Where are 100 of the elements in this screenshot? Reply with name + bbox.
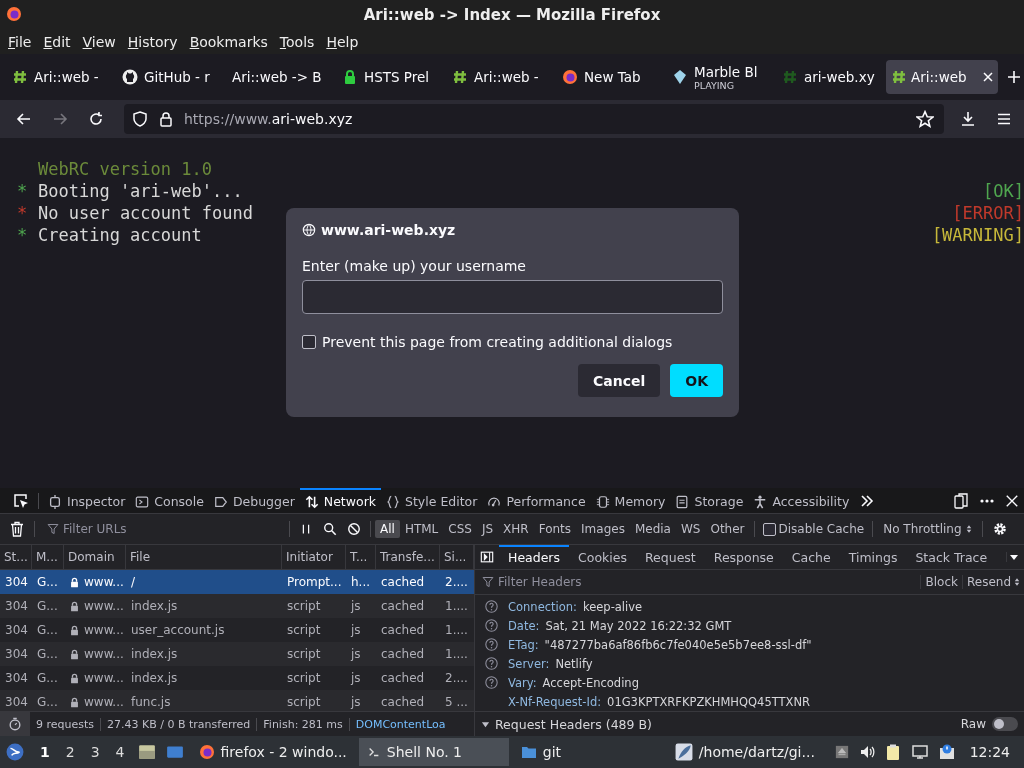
browser-tab[interactable]: HSTS Prel — [336, 60, 442, 94]
type-filter-button[interactable]: HTML — [399, 520, 444, 538]
username-field[interactable] — [302, 280, 723, 314]
star-icon[interactable] — [916, 110, 934, 128]
forward-icon[interactable] — [52, 111, 68, 127]
devtools-tab[interactable]: Style Editor — [381, 488, 483, 513]
help-icon[interactable] — [485, 600, 498, 613]
help-icon[interactable] — [485, 676, 498, 689]
browser-tab[interactable]: New Tab — [556, 60, 662, 94]
type-filter-button[interactable]: JS — [476, 520, 499, 538]
request-row[interactable]: 304 G... www... / Prompt... h... cached 2.... — [0, 570, 474, 594]
taskbar-app[interactable]: /home/dartz/gi... — [666, 738, 823, 766]
devtools-tab[interactable]: Memory — [590, 488, 671, 513]
menu-item[interactable]: History — [121, 33, 184, 50]
stopwatch-icon[interactable] — [8, 717, 22, 731]
address-bar[interactable]: https://www.ari-web.xyz — [124, 104, 944, 134]
trash-icon[interactable] — [9, 521, 25, 537]
resend-button[interactable]: Resend — [961, 575, 1024, 589]
file-cabinet-icon[interactable] — [137, 743, 156, 761]
workspace-button[interactable]: 4 — [109, 740, 131, 764]
column-header[interactable]: Domain — [64, 545, 126, 569]
type-filter-button[interactable]: All — [375, 520, 400, 538]
browser-tab[interactable]: GitHub - r — [116, 60, 222, 94]
help-icon[interactable] — [485, 657, 498, 670]
column-header[interactable]: M... — [32, 545, 64, 569]
devtools-tab[interactable]: Inspector — [43, 488, 131, 513]
panel-tab[interactable]: Headers — [499, 545, 570, 569]
throttling-select[interactable]: No Throttling — [877, 522, 978, 536]
caret-icon[interactable] — [1006, 552, 1019, 562]
browser-tab[interactable]: Ari::web — [886, 60, 998, 94]
search-icon[interactable] — [323, 522, 337, 536]
menu-item[interactable]: View — [76, 33, 122, 50]
type-filter-button[interactable]: XHR — [498, 520, 534, 538]
eject-icon[interactable] — [834, 744, 849, 760]
panel-tab[interactable]: Cookies — [569, 545, 636, 569]
taskbar-app[interactable]: Shell No. 1 — [358, 738, 509, 766]
clipboard-icon[interactable] — [884, 743, 901, 761]
download-icon[interactable] — [960, 111, 976, 127]
new-tab-icon[interactable] — [1006, 69, 1022, 85]
block-icon[interactable] — [347, 522, 361, 536]
app-launcher-icon[interactable] — [6, 743, 24, 761]
column-header[interactable]: Initiator — [282, 545, 346, 569]
menu-item[interactable]: Edit — [37, 33, 77, 50]
help-icon[interactable] — [485, 619, 498, 632]
raw-toggle[interactable] — [992, 717, 1018, 731]
type-filter-button[interactable]: Media — [629, 520, 676, 538]
taskbar-app[interactable]: firefox - 2 windo... — [190, 738, 355, 766]
devtools-tab[interactable]: Debugger — [208, 488, 300, 513]
desktop-icon[interactable] — [165, 743, 184, 761]
menu-item[interactable]: Help — [320, 33, 365, 50]
panel-tab[interactable]: Request — [636, 545, 705, 569]
back-icon[interactable] — [16, 111, 32, 127]
browser-tab[interactable]: Ari::web -> B — [226, 60, 332, 94]
request-row[interactable]: 304 G... www... index.js script js cached 1.... — [0, 642, 474, 666]
panel-tab[interactable]: Cache — [782, 545, 840, 569]
type-filter-button[interactable]: WS — [675, 520, 706, 538]
request-row[interactable]: 304 G... www... index.js script js cached 1.... — [0, 594, 474, 618]
browser-tab[interactable]: Ari::web - — [446, 60, 552, 94]
cancel-button[interactable]: Cancel — [577, 364, 661, 397]
close-icon[interactable] — [1005, 493, 1019, 508]
checkbox[interactable] — [302, 335, 316, 349]
reload-icon[interactable] — [88, 111, 104, 127]
volume-icon[interactable] — [858, 744, 875, 760]
responsive-icon[interactable] — [953, 492, 969, 509]
panel-tab[interactable]: Response — [704, 545, 783, 569]
devtools-tab[interactable]: Performance — [482, 488, 591, 513]
column-header[interactable]: Si... — [440, 545, 474, 569]
column-header[interactable]: File — [126, 545, 282, 569]
menu-item[interactable]: Tools — [273, 33, 321, 50]
browser-tab[interactable]: ari-web.xy — [776, 60, 882, 94]
sidebar-toggle-icon[interactable] — [480, 550, 494, 564]
workspace-button[interactable]: 1 — [34, 740, 56, 764]
panel-tab[interactable]: Timings — [839, 545, 907, 569]
type-filter-button[interactable]: CSS — [443, 520, 477, 538]
block-button[interactable]: Block — [920, 575, 962, 589]
type-filter-button[interactable]: Images — [576, 520, 630, 538]
workspace-button[interactable]: 3 — [84, 740, 106, 764]
devtools-tab[interactable]: Accessibility — [748, 488, 855, 513]
checkbox[interactable] — [762, 522, 776, 536]
element-picker-icon[interactable] — [13, 492, 29, 509]
request-row[interactable]: 304 G... www... func.js script js cached 5 ... — [0, 690, 474, 711]
panel-tab[interactable]: Stack Trace — [906, 545, 997, 569]
settings-icon[interactable] — [991, 521, 1008, 537]
devtools-tab[interactable]: Storage — [670, 488, 749, 513]
browser-tab[interactable]: Ari::web - — [6, 60, 112, 94]
help-icon[interactable] — [485, 638, 498, 651]
menu-item[interactable]: File — [2, 33, 38, 50]
menu-icon[interactable] — [996, 111, 1012, 127]
filter-headers-field[interactable]: Filter Headers — [498, 575, 648, 589]
type-filter-button[interactable]: Other — [705, 520, 750, 538]
devtools-tab[interactable]: Console — [130, 488, 209, 513]
filter-urls-field[interactable]: Filter URLs — [63, 522, 213, 536]
column-header[interactable]: T... — [346, 545, 376, 569]
close-tab-icon[interactable] — [983, 72, 993, 82]
taskbar-app[interactable]: git — [512, 738, 663, 766]
chevrons-icon[interactable] — [859, 492, 876, 509]
workspace-button[interactable]: 2 — [59, 740, 81, 764]
type-filter-button[interactable]: Fonts — [533, 520, 577, 538]
ok-button[interactable]: OK — [670, 364, 723, 397]
menu-item[interactable]: Bookmarks — [183, 33, 274, 50]
